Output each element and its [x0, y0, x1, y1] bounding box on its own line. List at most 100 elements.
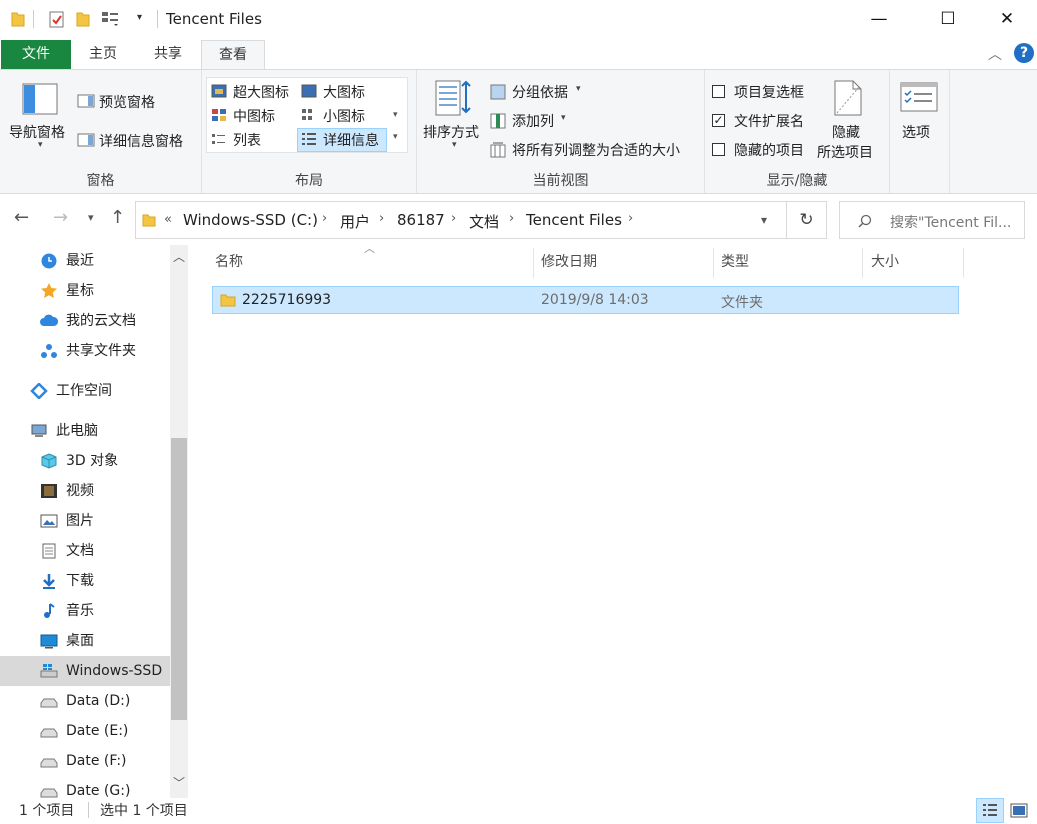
- large-icons-view-icon[interactable]: [1010, 803, 1028, 818]
- chevron-down-icon[interactable]: ▾: [38, 140, 43, 150]
- picture-icon: [40, 514, 58, 528]
- maximize-button[interactable]: ☐: [925, 0, 971, 38]
- size-columns-icon: [490, 142, 506, 158]
- close-button[interactable]: ✕: [984, 0, 1030, 38]
- chevron-right-icon[interactable]: ›: [322, 211, 327, 226]
- chevron-right-icon[interactable]: ›: [628, 211, 633, 226]
- column-header-name[interactable]: 名称: [215, 245, 533, 279]
- scroll-down-icon[interactable]: ﹀: [173, 774, 185, 791]
- recent-locations-chevron-icon[interactable]: ▾: [88, 211, 94, 224]
- forward-arrow-icon[interactable]: →: [53, 207, 68, 228]
- status-bar: 1 个项目 选中 1 个项目: [0, 798, 1037, 824]
- breadcrumb-users[interactable]: 用户: [340, 211, 370, 232]
- details-pane-button[interactable]: 详细信息窗格: [99, 131, 183, 151]
- file-extensions-checkbox[interactable]: ✓: [712, 114, 725, 127]
- collapse-ribbon-icon[interactable]: ︿: [988, 44, 1002, 64]
- search-placeholder: 搜索"Tencent Fil...: [890, 215, 1012, 231]
- gallery-expand-icon[interactable]: ▾: [393, 132, 398, 142]
- breadcrumb-overflow[interactable]: «: [164, 212, 172, 227]
- chevron-right-icon[interactable]: ›: [379, 211, 384, 226]
- window-title: Tencent Files: [166, 10, 262, 28]
- layout-small[interactable]: 小图标: [323, 106, 365, 126]
- tab-view[interactable]: 查看: [201, 40, 265, 70]
- list-icon: [212, 134, 225, 144]
- column-divider[interactable]: [862, 248, 863, 278]
- refresh-button[interactable]: ↻: [787, 201, 827, 239]
- navigation-pane: 最近 星标 我的云文档 共享文件夹 工作空间 此电脑 3D 对象 视频 图片 文…: [0, 245, 190, 798]
- hidden-items-checkbox[interactable]: [712, 143, 725, 156]
- hide-selected-icon: [834, 80, 862, 116]
- file-type: 文件夹: [721, 295, 763, 311]
- navigation-pane-icon: [22, 83, 58, 115]
- layout-list[interactable]: 列表: [233, 130, 261, 150]
- layout-medium[interactable]: 中图标: [233, 106, 275, 126]
- medium-icons-icon: [212, 109, 226, 121]
- address-bar[interactable]: « Windows-SSD (C:) › 用户 › 86187 › 文档 › T…: [135, 201, 787, 239]
- column-header-size[interactable]: 大小: [871, 245, 961, 279]
- chevron-down-icon[interactable]: ▾: [452, 140, 457, 150]
- view-menu-icon[interactable]: [101, 11, 121, 27]
- tab-share[interactable]: 共享: [140, 40, 196, 69]
- search-box[interactable]: 搜索"Tencent Fil...: [839, 201, 1025, 239]
- layout-details[interactable]: 详细信息: [323, 130, 379, 150]
- breadcrumb-user[interactable]: 86187: [397, 211, 445, 229]
- layout-group: 超大图标 大图标 中图标 小图标 列表 详细信息 ▾ ▾ 布局: [202, 70, 417, 193]
- add-columns-button[interactable]: 添加列: [512, 111, 554, 131]
- layout-extra-large[interactable]: 超大图标: [233, 82, 289, 102]
- breadcrumb-current[interactable]: Tencent Files: [526, 211, 622, 229]
- group-by-button[interactable]: 分组依据: [512, 82, 568, 102]
- drive-icon: [40, 698, 58, 708]
- music-icon: [44, 603, 55, 618]
- details-view-button[interactable]: [976, 798, 1004, 823]
- column-divider[interactable]: [713, 248, 714, 278]
- cube-icon: [41, 453, 57, 469]
- address-history-chevron-icon[interactable]: ▾: [761, 213, 767, 227]
- layout-large[interactable]: 大图标: [323, 82, 365, 102]
- column-header-modified[interactable]: 修改日期: [541, 245, 711, 279]
- drive-icon: [40, 758, 58, 768]
- back-arrow-icon[interactable]: ←: [14, 207, 29, 228]
- breadcrumb-documents[interactable]: 文档: [469, 211, 499, 232]
- title-bar: ▾ Tencent Files — ☐ ✕: [0, 0, 1037, 38]
- properties-icon[interactable]: [49, 11, 65, 28]
- chevron-right-icon[interactable]: ›: [451, 211, 456, 226]
- divider: [33, 10, 34, 28]
- help-icon[interactable]: ?: [1014, 43, 1034, 63]
- nav-pane-button[interactable]: 导航窗格: [9, 122, 65, 142]
- sort-by-button[interactable]: 排序方式: [423, 122, 479, 142]
- column-header-type[interactable]: 类型: [721, 245, 861, 279]
- add-columns-icon: [490, 113, 506, 129]
- item-checkboxes-checkbox[interactable]: [712, 85, 725, 98]
- sidebar-scrollbar-thumb[interactable]: [171, 438, 187, 720]
- file-modified: 2019/9/8 14:03: [541, 292, 649, 308]
- gallery-scroll-down-icon[interactable]: ▾: [393, 110, 398, 120]
- column-divider[interactable]: [533, 248, 534, 278]
- table-row[interactable]: 2225716993 2019/9/8 14:03 文件夹: [212, 286, 959, 314]
- chevron-down-icon[interactable]: ▾: [576, 84, 581, 94]
- breadcrumb-drive[interactable]: Windows-SSD (C:): [183, 211, 318, 229]
- sort-by-icon: [435, 80, 471, 116]
- minimize-button[interactable]: —: [856, 0, 902, 38]
- chevron-right-icon[interactable]: ›: [509, 211, 514, 226]
- hide-selected-button-line2[interactable]: 所选项目: [817, 142, 873, 162]
- tab-home[interactable]: 主页: [76, 40, 130, 69]
- group-by-icon: [490, 84, 506, 100]
- chevron-down-icon[interactable]: ▾: [561, 113, 566, 123]
- tab-file[interactable]: 文件: [1, 40, 71, 69]
- small-icons-icon: [302, 109, 312, 120]
- computer-icon: [31, 424, 47, 437]
- search-icon: [858, 214, 872, 228]
- column-divider[interactable]: [963, 248, 964, 278]
- up-arrow-icon[interactable]: ↑: [110, 207, 125, 228]
- options-button[interactable]: 选项: [902, 122, 930, 142]
- preview-pane-button[interactable]: 预览窗格: [99, 92, 155, 112]
- workspace-icon: [30, 383, 48, 399]
- size-all-columns-button[interactable]: 将所有列调整为合适的大小: [512, 140, 680, 160]
- scroll-up-icon[interactable]: ︿: [173, 248, 185, 265]
- maximize-icon: ☐: [940, 9, 956, 29]
- group-label: 显示/隐藏: [766, 173, 828, 189]
- hide-selected-button[interactable]: 隐藏: [832, 122, 860, 142]
- customize-qat-chevron-icon[interactable]: ▾: [137, 12, 142, 23]
- item-checkboxes-label: 项目复选框: [734, 85, 804, 101]
- new-folder-icon[interactable]: [76, 11, 90, 27]
